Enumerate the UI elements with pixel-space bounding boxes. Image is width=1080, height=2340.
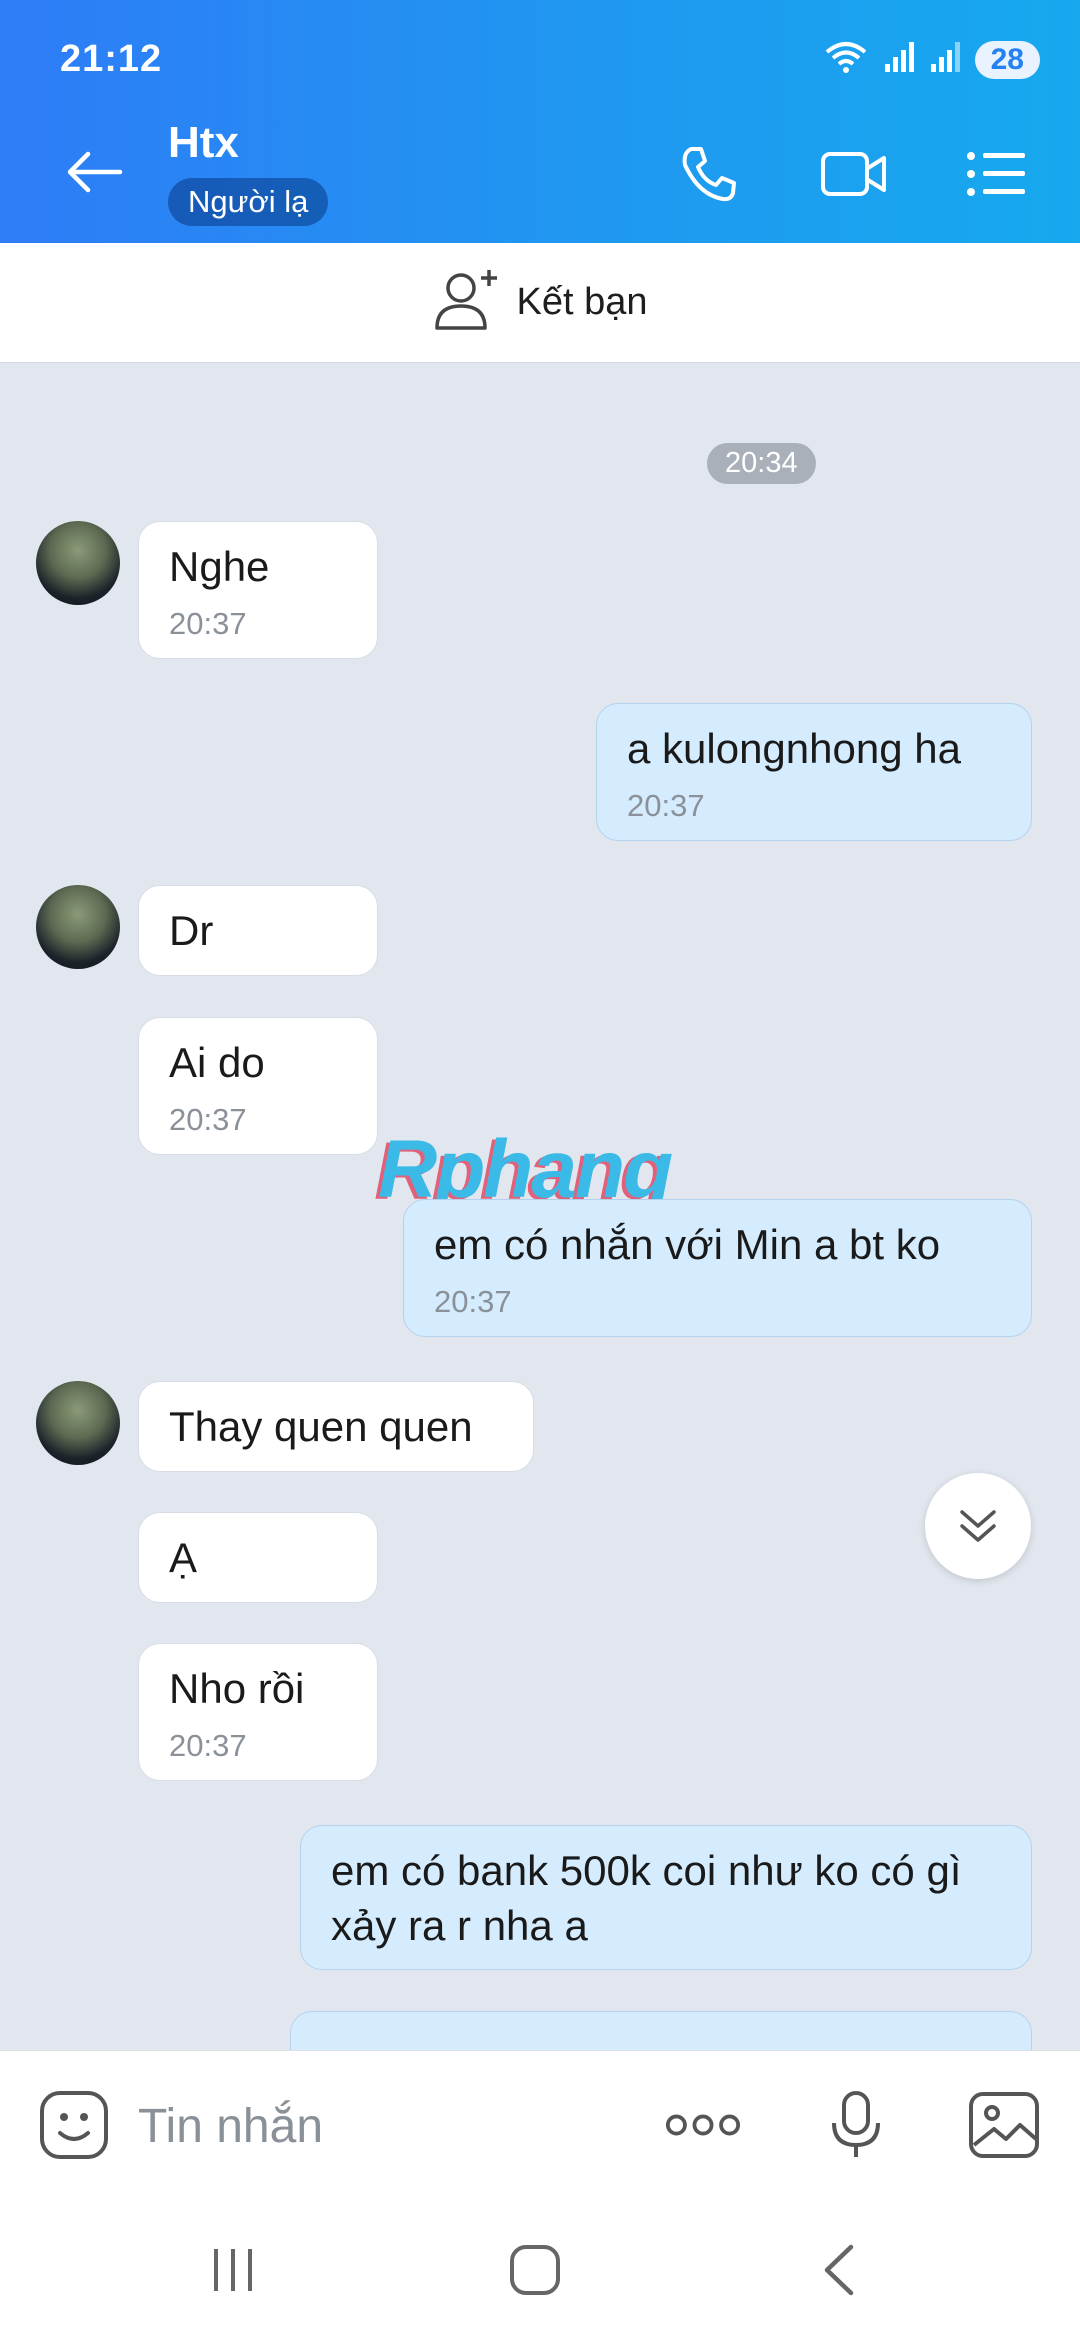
back-nav-button[interactable]	[804, 2238, 874, 2302]
message-bubble-outgoing[interactable]: em có bank 500k coi như ko có gì xảy ra …	[300, 1825, 1032, 1971]
status-time: 21:12	[60, 38, 163, 80]
message-bubble-outgoing-partial[interactable]	[290, 2011, 1032, 2050]
message-text: Ai do	[169, 1039, 265, 1086]
signal-icon-2	[929, 40, 961, 79]
message-bubble-incoming[interactable]: Thay quen quen	[138, 1381, 534, 1472]
video-call-button[interactable]	[818, 138, 890, 210]
image-gallery-button[interactable]	[966, 2087, 1042, 2163]
add-friend-label: Kết bạn	[516, 281, 648, 323]
menu-list-button[interactable]	[960, 138, 1032, 210]
chat-header: 21:12 28 Htx Người lạ	[0, 0, 1080, 243]
message-text: em có nhắn với Min a bt ko	[434, 1221, 941, 1268]
message-bubble-incoming[interactable]: Nho rồi 20:37	[138, 1643, 378, 1781]
message-text: em có bank 500k coi như ko có gì xảy ra …	[331, 1847, 962, 1949]
stranger-badge: Người lạ	[168, 178, 329, 226]
message-bubble-incoming[interactable]: Nghe 20:37	[138, 521, 378, 659]
message-time: 20:37	[169, 1101, 247, 1137]
system-navigation-bar	[0, 2198, 1080, 2340]
add-friend-bar[interactable]: Kết bạn	[0, 243, 1080, 363]
avatar[interactable]	[36, 885, 120, 969]
wifi-icon	[823, 40, 869, 79]
message-text: a kulongnhong ha	[627, 725, 961, 772]
message-text: Dr	[169, 907, 214, 954]
message-bubble-outgoing[interactable]: em có nhắn với Min a bt ko 20:37	[403, 1199, 1032, 1337]
battery-indicator: 28	[974, 40, 1040, 79]
avatar[interactable]	[36, 521, 120, 605]
contact-name[interactable]: Htx	[168, 118, 239, 168]
message-bubble-incoming[interactable]: Ạ	[138, 1512, 378, 1603]
microphone-button[interactable]	[818, 2087, 894, 2163]
message-text: Nho rồi	[169, 1665, 305, 1712]
scroll-to-bottom-button[interactable]	[925, 1473, 1031, 1579]
message-input[interactable]	[138, 2091, 618, 2161]
sticker-image[interactable]	[702, 363, 1032, 433]
add-friend-icon	[433, 268, 499, 337]
message-time: 20:37	[627, 787, 705, 823]
recent-apps-button[interactable]	[198, 2238, 268, 2302]
message-time: 20:37	[169, 605, 247, 641]
time-divider: 20:34	[707, 443, 816, 484]
message-time: 20:37	[434, 1283, 512, 1319]
voice-call-button[interactable]	[672, 138, 744, 210]
message-text: Ạ	[169, 1534, 198, 1581]
message-bubble-incoming[interactable]: Dr	[138, 885, 378, 976]
signal-icon	[883, 40, 915, 79]
back-button[interactable]	[62, 140, 126, 204]
message-bubble-outgoing[interactable]: a kulongnhong ha 20:37	[596, 703, 1032, 841]
avatar[interactable]	[36, 1381, 120, 1465]
message-time: 20:37	[169, 1727, 247, 1763]
home-button[interactable]	[500, 2238, 570, 2302]
message-composer	[0, 2050, 1080, 2198]
more-options-button[interactable]	[665, 2087, 741, 2163]
message-text: Thay quen quen	[169, 1403, 473, 1450]
sticker-button[interactable]	[36, 2087, 112, 2163]
message-text: Nghe	[169, 543, 270, 590]
message-list[interactable]: 20:34 Nghe 20:37 a kulongnhong ha 20:37 …	[0, 363, 1080, 2050]
message-bubble-incoming[interactable]: Ai do 20:37	[138, 1017, 378, 1155]
status-icons: 28	[823, 40, 1040, 79]
